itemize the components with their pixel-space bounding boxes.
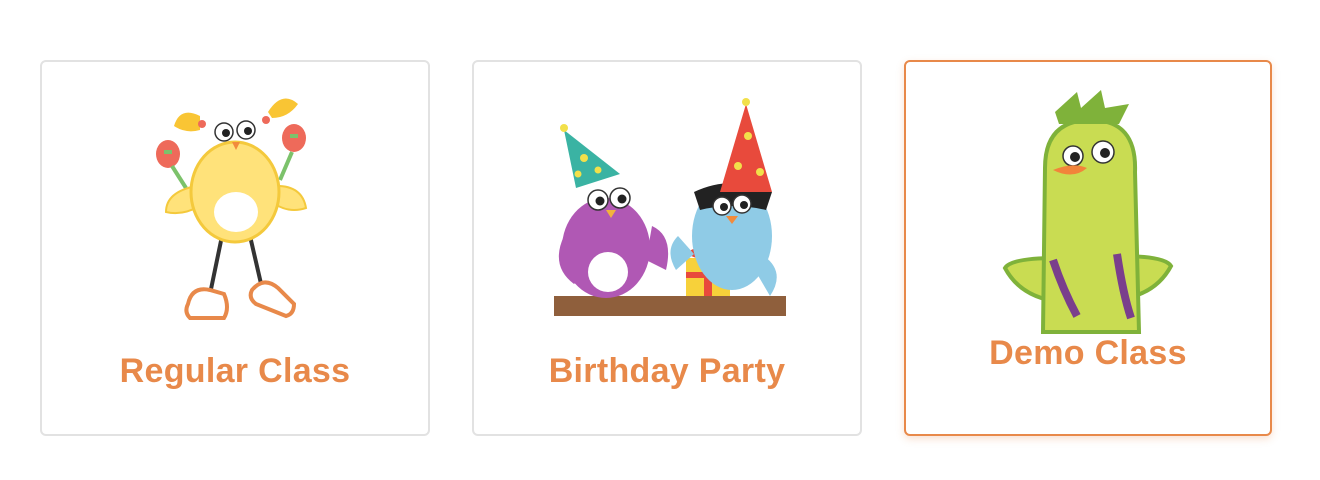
green-bird-backpack-icon: [906, 88, 1270, 334]
yellow-chick-maracas-icon: [42, 76, 428, 346]
card-label: Regular Class: [119, 352, 351, 390]
class-type-selector: Regular Class Birthday Party Demo Class: [0, 0, 1320, 480]
option-card-regular-class[interactable]: Regular Class: [40, 60, 430, 436]
card-label: Demo Class: [989, 334, 1187, 372]
option-card-birthday-party[interactable]: Birthday Party: [472, 60, 862, 436]
card-label: Birthday Party: [548, 352, 786, 390]
party-birds-gift-icon: [474, 76, 860, 346]
option-card-demo-class[interactable]: Demo Class: [904, 60, 1272, 436]
